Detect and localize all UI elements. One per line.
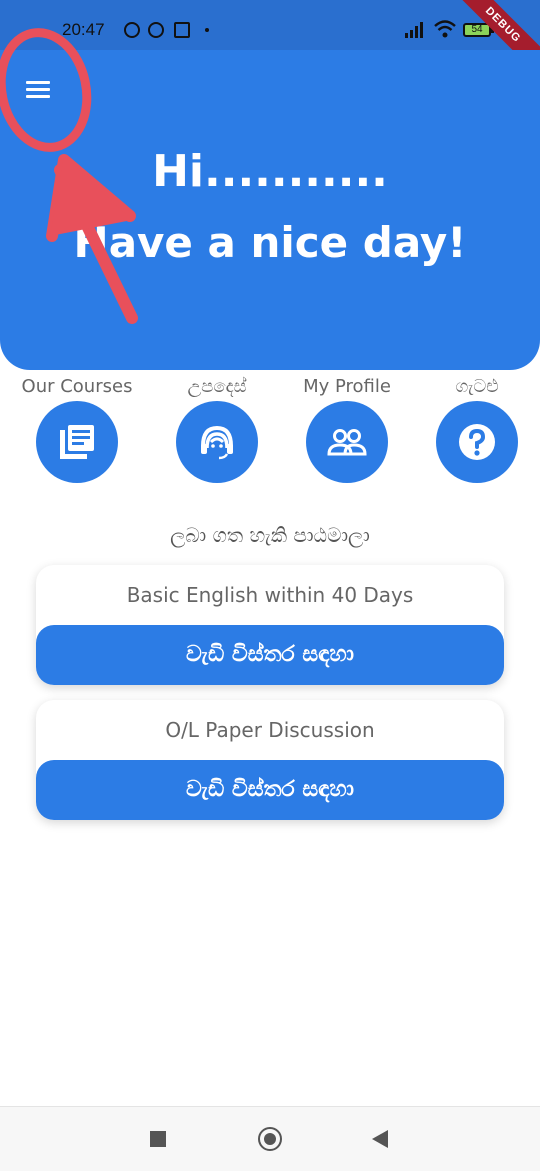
- quick-action-our-courses[interactable]: Our Courses: [12, 375, 142, 483]
- more-details-button[interactable]: වැඩි විස්තර සඳහා: [36, 625, 504, 685]
- quick-action-advice[interactable]: උපදෙස්: [152, 375, 282, 483]
- notification-icon: [124, 22, 140, 38]
- message-icon: [174, 22, 190, 38]
- course-card: Basic English within 40 Days වැඩි විස්තර…: [36, 565, 504, 685]
- course-card: O/L Paper Discussion වැඩි විස්තර සඳහා: [36, 700, 504, 820]
- quick-action-label: ගැටළු: [455, 376, 499, 397]
- issues-button[interactable]: [436, 401, 518, 483]
- quick-action-label: My Profile: [303, 376, 391, 397]
- wifi-icon: [434, 20, 456, 38]
- more-notifications-icon: [205, 28, 209, 32]
- quick-action-my-profile[interactable]: My Profile: [282, 375, 412, 483]
- greeting-text: Hi...........: [152, 146, 388, 197]
- system-nav-bar: [0, 1106, 540, 1171]
- course-title: O/L Paper Discussion: [165, 718, 375, 742]
- home-button[interactable]: [258, 1127, 282, 1151]
- course-title: Basic English within 40 Days: [126, 583, 414, 607]
- advice-button[interactable]: [176, 401, 258, 483]
- menu-icon: [26, 81, 50, 84]
- quick-action-issues[interactable]: ගැටළු: [412, 375, 540, 483]
- menu-icon-line: [26, 95, 50, 98]
- our-courses-button[interactable]: [36, 401, 118, 483]
- header-banner: Hi........... Have a nice day!: [0, 50, 540, 370]
- quick-action-label: Our Courses: [21, 376, 133, 397]
- section-title: ලබා ගත හැකි පාඨමාලා: [170, 523, 370, 547]
- menu-icon-line: [26, 88, 50, 91]
- menu-button[interactable]: [18, 72, 58, 108]
- signal-icon: [405, 22, 423, 38]
- notification-icon: [148, 22, 164, 38]
- help-icon: [459, 424, 495, 460]
- more-details-button[interactable]: වැඩි විස්තර සඳහා: [36, 760, 504, 820]
- status-time: 20:47: [62, 20, 105, 39]
- support-agent-icon: [201, 425, 233, 460]
- recent-apps-button[interactable]: [150, 1131, 166, 1147]
- people-icon: [327, 429, 367, 456]
- back-button[interactable]: [372, 1130, 388, 1148]
- quick-action-label: උපදෙස්: [187, 376, 247, 397]
- my-profile-button[interactable]: [306, 401, 388, 483]
- status-bar: 20:47 54 DEBUG: [0, 0, 540, 86]
- book-icon: [60, 425, 94, 459]
- greeting-message: Have a nice day!: [73, 218, 467, 267]
